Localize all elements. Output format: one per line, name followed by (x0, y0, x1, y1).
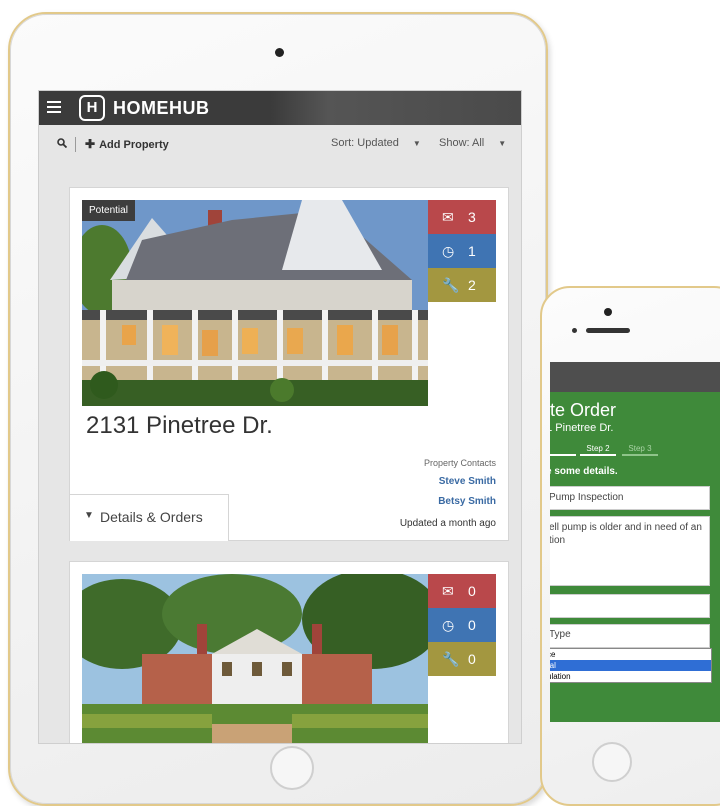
work-orders-badge[interactable]: 🔧 0 (428, 642, 496, 676)
reminders-badge[interactable]: ◷ 1 (428, 234, 496, 268)
step-indicator: Step 2 Step 3 (550, 444, 720, 458)
phone-top-bar (550, 362, 720, 392)
wrench-icon: 🔧 (442, 651, 460, 667)
order-title-field[interactable]: Pump Inspection (550, 486, 710, 510)
messages-badge[interactable]: ✉ 3 (428, 200, 496, 234)
messages-count: 0 (468, 583, 476, 599)
reminders-count: 0 (468, 617, 476, 633)
phone-device: ate Order 31 Pinetree Dr. Step 2 Step 3 … (540, 286, 720, 806)
clock-icon: ◷ (442, 243, 455, 259)
add-property-label: Add Property (99, 139, 169, 151)
contact-link[interactable]: Steve Smith (439, 476, 496, 487)
order-extra-field[interactable] (550, 594, 710, 618)
chevron-down-icon: ▼ (498, 139, 507, 148)
brand-name: HOMEHUB (113, 98, 210, 118)
envelope-icon: ✉ (442, 583, 454, 599)
sort-dropdown[interactable]: Sort: Updated ▼ (331, 137, 421, 149)
option-item-selected[interactable]: ral (550, 660, 711, 671)
house-photo-illustration (82, 574, 428, 743)
sort-label: Sort: Updated (331, 137, 399, 149)
property-photo[interactable] (82, 574, 428, 743)
phone-sensor (572, 328, 577, 333)
order-type-options[interactable]: ce ral ulation (550, 648, 712, 683)
messages-count: 3 (468, 209, 476, 225)
property-photo[interactable]: Potential (82, 200, 428, 406)
order-type-select[interactable]: Type (550, 624, 710, 648)
option-item[interactable]: ce (550, 649, 711, 660)
toolbar-divider (75, 137, 76, 152)
caret-down-icon: ▼ (84, 510, 94, 521)
order-address: 31 Pinetree Dr. (550, 422, 614, 434)
phone-screen: ate Order 31 Pinetree Dr. Step 2 Step 3 … (550, 362, 720, 722)
step-2[interactable]: Step 2 (580, 444, 616, 456)
chevron-down-icon: ▼ (412, 139, 421, 148)
property-address[interactable]: 2131 Pinetree Dr. (86, 412, 273, 440)
phone-home-button (592, 742, 632, 782)
search-icon[interactable] (57, 138, 67, 148)
option-item[interactable]: ulation (550, 671, 711, 682)
clock-icon: ◷ (442, 617, 455, 633)
details-prompt: e some details. (550, 466, 618, 477)
step-1[interactable] (550, 444, 576, 456)
reminders-badge[interactable]: ◷ 0 (428, 608, 496, 642)
create-order-title: ate Order (550, 400, 617, 420)
tablet-camera (275, 48, 284, 57)
work-orders-count: 0 (468, 651, 476, 667)
top-bar: H HOMEHUB (39, 91, 521, 125)
status-badge: Potential (82, 200, 135, 221)
step-3[interactable]: Step 3 (622, 444, 658, 456)
show-filter-dropdown[interactable]: Show: All ▼ (439, 137, 506, 149)
work-orders-count: 2 (468, 277, 476, 293)
tablet-screen: H HOMEHUB ✚ Add Property Sort: Updated ▼ S… (38, 90, 522, 744)
order-description-field[interactable]: ell pump is older and in need of an tion (550, 516, 710, 586)
homehub-logo-icon: H (79, 95, 105, 121)
add-property-button[interactable]: ✚ Add Property (85, 137, 169, 151)
phone-camera (604, 308, 612, 316)
show-label: Show: All (439, 137, 485, 149)
details-orders-toggle[interactable]: ▼ Details & Orders (69, 494, 229, 541)
house-photo-illustration (82, 200, 428, 406)
wrench-icon: 🔧 (442, 277, 460, 293)
work-orders-badge[interactable]: 🔧 2 (428, 268, 496, 302)
contact-link[interactable]: Betsy Smith (438, 496, 496, 507)
reminders-count: 1 (468, 243, 476, 259)
plus-icon: ✚ (85, 137, 96, 151)
toolbar: ✚ Add Property Sort: Updated ▼ Show: All ▼ (39, 125, 521, 165)
property-card[interactable]: ✉ 0 ◷ 0 🔧 0 (69, 561, 509, 743)
envelope-icon: ✉ (442, 209, 454, 225)
details-orders-label: Details & Orders (100, 509, 203, 525)
hamburger-menu-icon[interactable] (47, 101, 61, 113)
contacts-label: Property Contacts (423, 458, 496, 468)
tablet-device: H HOMEHUB ✚ Add Property Sort: Updated ▼ S… (8, 12, 548, 806)
tablet-home-button (270, 746, 314, 790)
messages-badge[interactable]: ✉ 0 (428, 574, 496, 608)
updated-timestamp: Updated a month ago (399, 518, 496, 529)
property-card[interactable]: Potential ✉ 3 ◷ 1 🔧 2 2131 Pinetree Dr. … (69, 187, 509, 541)
phone-speaker (586, 328, 630, 333)
